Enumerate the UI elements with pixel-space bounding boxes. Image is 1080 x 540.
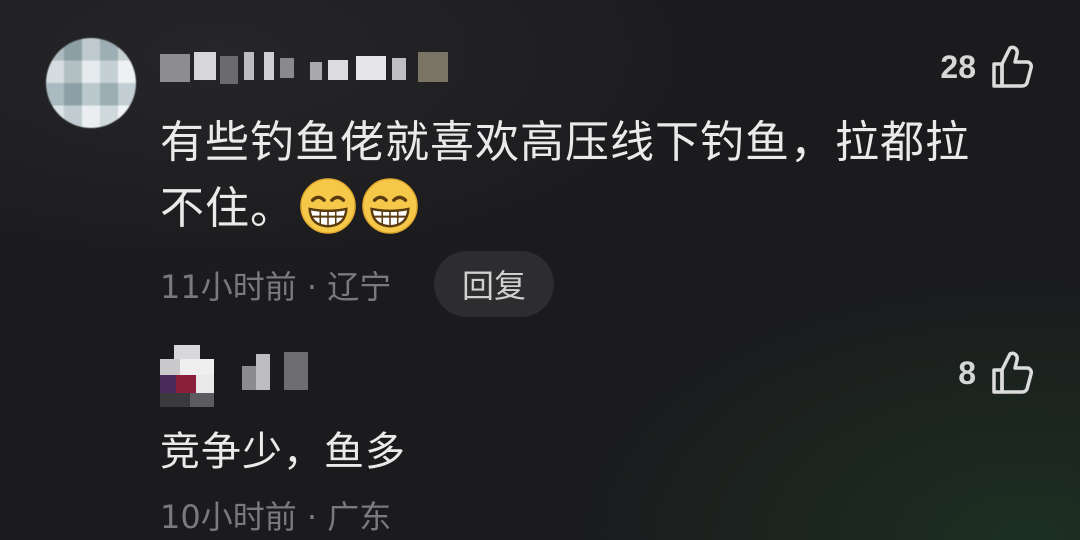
like-count: 28 bbox=[940, 48, 976, 85]
comment-text-line-2: 不住。 bbox=[160, 176, 1040, 242]
username-blurred[interactable] bbox=[160, 52, 450, 84]
avatar[interactable] bbox=[160, 345, 214, 407]
like-group[interactable]: 8 bbox=[958, 350, 1034, 396]
thumbs-up-icon[interactable] bbox=[990, 350, 1034, 396]
thumbs-up-icon[interactable] bbox=[990, 44, 1034, 90]
comment-text-line: 不住。 bbox=[160, 183, 295, 234]
comment-text: 有些钓鱼佬就喜欢高压线下钓鱼，拉都拉 不住。 bbox=[160, 110, 1040, 242]
comment-text: 竞争少，鱼多 bbox=[160, 429, 406, 475]
avatar[interactable] bbox=[46, 38, 136, 128]
grin-emoji-icon bbox=[362, 178, 418, 234]
comment-meta: 10小时前 · 广东 bbox=[160, 498, 392, 536]
like-group[interactable]: 28 bbox=[940, 44, 1034, 90]
comment-text-line: 有些钓鱼佬就喜欢高压线下钓鱼，拉都拉 bbox=[160, 117, 970, 168]
comment-meta: 11小时前 · 辽宁 bbox=[160, 268, 392, 306]
like-count: 8 bbox=[958, 354, 976, 391]
username-blurred[interactable] bbox=[234, 352, 324, 392]
grin-emoji-icon bbox=[300, 178, 356, 234]
reply-button[interactable]: 回复 bbox=[434, 251, 554, 317]
